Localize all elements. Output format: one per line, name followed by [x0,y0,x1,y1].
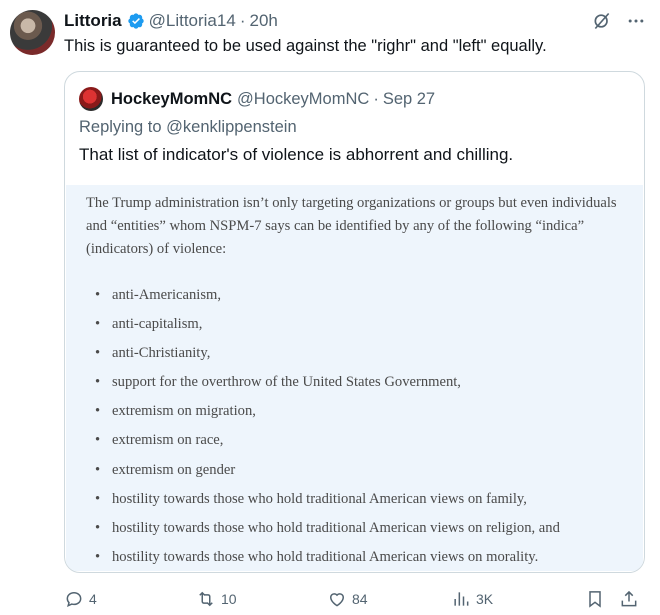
author-avatar[interactable] [10,10,55,55]
share-button[interactable] [619,589,639,609]
list-item: anti-Christianity, [86,339,560,368]
author-name[interactable]: Littoria [64,11,122,31]
post-header: Littoria @Littoria14 · 20h [64,10,646,32]
views-button[interactable]: 3K [451,589,585,609]
action-bar: 4 10 84 3K [64,588,646,610]
repost-icon [199,591,213,607]
replying-prefix: Replying to [79,118,167,136]
post-time[interactable]: 20h [249,11,277,31]
author-handle[interactable]: @Littoria14 [149,11,236,31]
list-item: extremism on migration, [86,397,560,426]
like-count: 84 [352,591,368,607]
replying-to-handle[interactable]: @kenklippenstein [166,118,297,136]
list-item: support for the overthrow of the United … [86,368,560,397]
list-item: extremism on race, [86,426,560,455]
quoted-post-text: That list of indicator's of violence is … [79,145,514,164]
views-icon [454,592,469,606]
quoted-author-handle[interactable]: @HockeyMomNC [237,90,369,109]
bookmark-button[interactable] [585,589,619,609]
reply-button[interactable]: 4 [64,589,196,609]
repost-count: 10 [221,591,237,607]
quoted-author-avatar[interactable] [79,87,103,111]
heart-icon [329,593,345,607]
repost-button[interactable]: 10 [196,589,327,609]
document-intro: The Trump administration isn’t only targ… [86,195,617,257]
reply-icon [66,591,82,607]
quoted-post-time[interactable]: Sep 27 [383,90,435,109]
quoted-author-name[interactable]: HockeyMomNC [111,90,232,109]
like-button[interactable]: 84 [327,589,451,609]
quoted-post-header: HockeyMomNC @HockeyMomNC · Sep 27 [79,87,435,111]
list-item: hostility towards those who hold traditi… [86,485,560,514]
header-actions [592,11,646,31]
grok-icon[interactable] [592,11,612,31]
quoted-separator-dot: · [373,89,379,108]
post-text: This is guaranteed to be used against th… [64,37,547,55]
views-count: 3K [476,591,494,607]
separator-dot: · [239,11,246,30]
list-item: anti-Americanism, [86,281,560,310]
list-item: anti-capitalism, [86,310,560,339]
list-item: extremism on gender [86,456,560,485]
indicator-list: anti-Americanism, anti-capitalism, anti-… [86,281,560,572]
replying-to: Replying to @kenklippenstein [79,118,297,137]
share-icon [621,590,637,607]
bookmark-icon [589,591,601,608]
reply-count: 4 [89,591,97,607]
list-item: hostility towards those who hold traditi… [86,514,560,543]
document-image[interactable]: The Trump administration isn’t only targ… [66,185,643,572]
list-item: hostility towards those who hold traditi… [86,543,560,572]
verified-badge-icon [127,13,144,29]
quoted-post[interactable]: HockeyMomNC @HockeyMomNC · Sep 27 Replyi… [64,71,645,573]
more-icon[interactable] [626,11,646,31]
